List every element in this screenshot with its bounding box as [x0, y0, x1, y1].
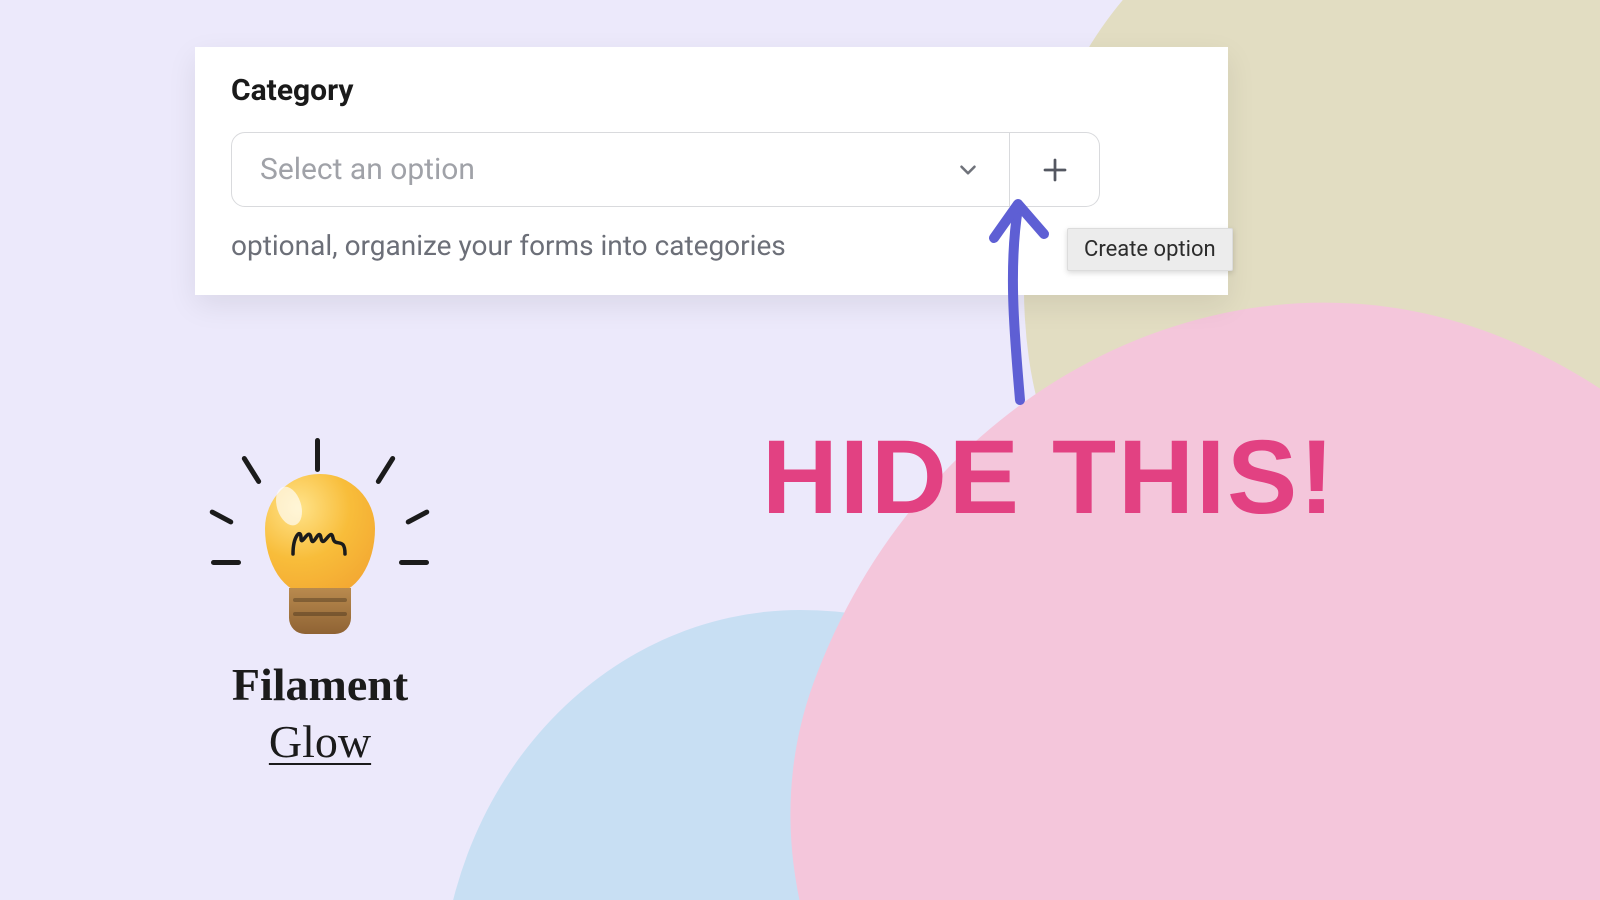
brand-logo: Filament Glow: [190, 440, 450, 768]
brand-name-line1: Filament: [232, 658, 408, 711]
plus-icon: [1040, 155, 1070, 185]
canvas: Category Select an option optional, orga…: [0, 0, 1600, 900]
category-select-placeholder: Select an option: [260, 152, 475, 187]
chevron-down-icon: [955, 157, 981, 183]
lightbulb-icon: [215, 440, 425, 650]
category-select[interactable]: Select an option: [231, 132, 1010, 207]
brand-name-line2: Glow: [269, 715, 371, 768]
annotation-headline: HIDE THIS!: [762, 425, 1336, 530]
category-label: Category: [231, 73, 1192, 108]
create-option-tooltip: Create option: [1067, 228, 1233, 271]
annotation-arrow-icon: [960, 190, 1080, 410]
